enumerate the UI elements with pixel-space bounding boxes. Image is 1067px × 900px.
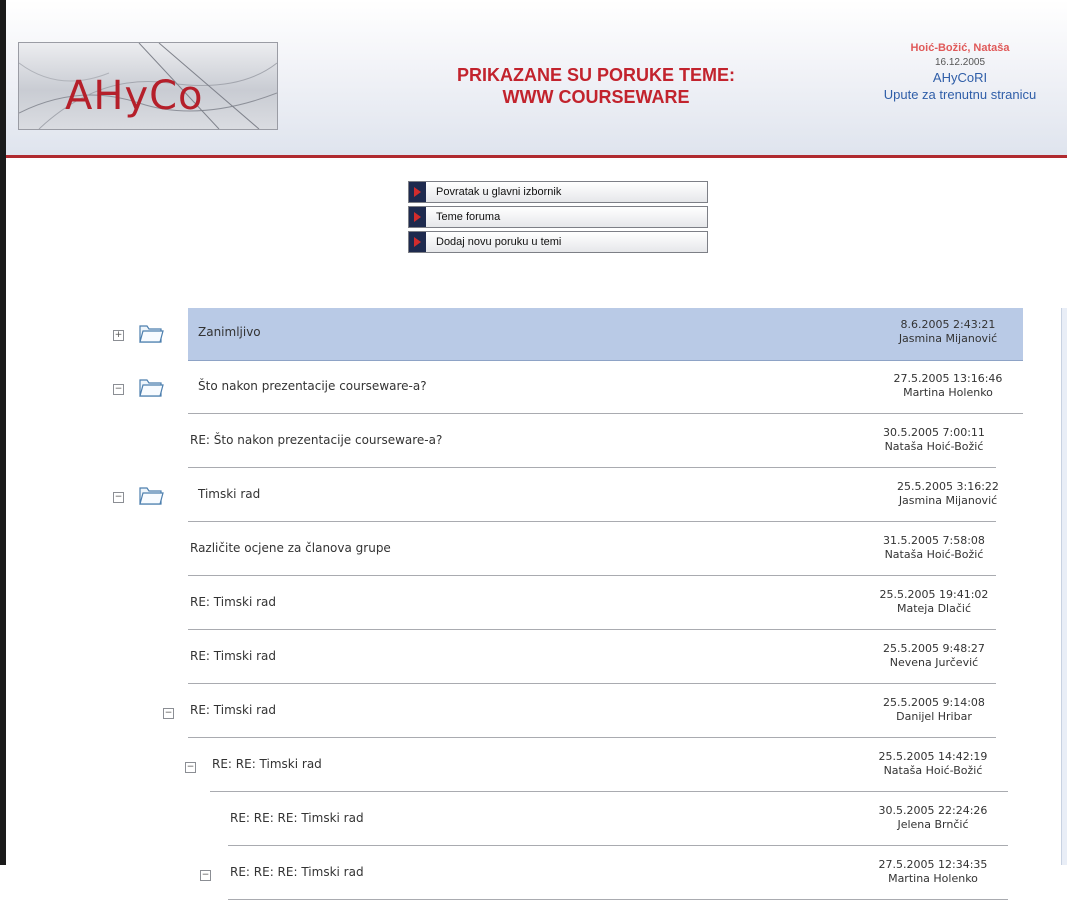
message-meta: 27.5.2005 12:34:35 Martina Holenko bbox=[863, 858, 1003, 886]
arrow-right-icon bbox=[409, 232, 426, 252]
current-date: 16.12.2005 bbox=[934, 57, 986, 68]
row-divider bbox=[210, 791, 1008, 792]
message-author: Martina Holenko bbox=[888, 872, 978, 885]
folder-icon[interactable] bbox=[138, 376, 164, 398]
message-meta: 25.5.2005 19:41:02 Mateja Dlačić bbox=[864, 588, 1004, 616]
menu-item-label: Teme foruma bbox=[436, 211, 501, 223]
message-datetime: 27.5.2005 13:16:46 bbox=[893, 372, 1003, 385]
row-divider bbox=[228, 845, 1008, 846]
row-divider bbox=[188, 521, 996, 522]
message-datetime: 25.5.2005 9:48:27 bbox=[883, 642, 985, 655]
message-datetime: 25.5.2005 14:42:19 bbox=[878, 750, 988, 763]
message-author: Martina Holenko bbox=[903, 386, 993, 399]
row-divider bbox=[188, 629, 996, 630]
message-datetime: 25.5.2005 9:14:08 bbox=[883, 696, 985, 709]
menu-item-label: Dodaj novu poruku u temi bbox=[436, 236, 562, 248]
message-meta: 25.5.2005 3:16:22 Jasmina Mijanović bbox=[878, 480, 1018, 508]
row-divider bbox=[188, 683, 996, 684]
row-divider bbox=[188, 413, 1023, 414]
collapse-icon[interactable]: − bbox=[200, 870, 211, 881]
folder-icon[interactable] bbox=[138, 484, 164, 506]
app-link[interactable]: AHyCoRI bbox=[865, 70, 1055, 85]
message-subject[interactable]: RE: RE: RE: Timski rad bbox=[230, 865, 364, 879]
arrow-right-icon bbox=[409, 207, 426, 227]
message-author: Nataša Hoić-Božić bbox=[884, 440, 984, 453]
message-datetime: 30.5.2005 7:00:11 bbox=[883, 426, 985, 439]
message-datetime: 31.5.2005 7:58:08 bbox=[883, 534, 985, 547]
user-info: Hoić-Božić, Nataša 16.12.2005 AHyCoRI Up… bbox=[865, 42, 1055, 102]
message-row[interactable]: RE: Timski rad 25.5.2005 9:14:08 Danijel H… bbox=[188, 686, 996, 738]
menu-item-label: Povratak u glavni izbornik bbox=[436, 186, 562, 198]
menu-item-main-menu[interactable]: Povratak u glavni izbornik bbox=[408, 181, 708, 203]
message-datetime: 25.5.2005 19:41:02 bbox=[879, 588, 989, 601]
message-author: Nataša Hoić-Božić bbox=[883, 764, 983, 777]
message-datetime: 30.5.2005 22:24:26 bbox=[878, 804, 988, 817]
scrollbar[interactable] bbox=[1061, 308, 1067, 865]
main-menu: Povratak u glavni izbornik Teme foruma D… bbox=[408, 181, 708, 256]
message-author: Jasmina Mijanović bbox=[898, 494, 998, 507]
message-row[interactable]: RE: RE: RE: Timski rad 30.5.2005 22:24:26… bbox=[228, 794, 1008, 846]
message-row[interactable]: Zanimljivo 8.6.2005 2:43:21 Jasmina Mijano… bbox=[188, 308, 1023, 361]
arrow-right-icon bbox=[409, 182, 426, 202]
expand-icon[interactable]: + bbox=[113, 330, 124, 341]
row-divider bbox=[188, 737, 996, 738]
help-link[interactable]: Upute za trenutnu stranicu bbox=[865, 87, 1055, 102]
message-row[interactable]: RE: RE: Timski rad 25.5.2005 14:42:19 Nata… bbox=[210, 740, 1008, 792]
page-title: PRIKAZANE SU PORUKE TEME: WWW COURSEWARE bbox=[366, 64, 826, 108]
message-row[interactable]: Različite ocjene za članova grupe 31.5.20… bbox=[188, 524, 996, 576]
message-author: Jelena Brnčić bbox=[897, 818, 969, 831]
message-subject[interactable]: RE: Timski rad bbox=[190, 595, 276, 609]
message-author: Nevena Jurčević bbox=[889, 656, 979, 669]
message-subject[interactable]: Različite ocjene za članova grupe bbox=[190, 541, 391, 555]
message-datetime: 27.5.2005 12:34:35 bbox=[878, 858, 988, 871]
row-divider bbox=[188, 575, 996, 576]
message-meta: 31.5.2005 7:58:08 Nataša Hoić-Božić bbox=[864, 534, 1004, 562]
message-row[interactable]: RE: RE: RE: Timski rad 27.5.2005 12:34:35… bbox=[228, 848, 1008, 900]
message-meta: 25.5.2005 9:48:27 Nevena Jurčević bbox=[864, 642, 1004, 670]
collapse-icon[interactable]: − bbox=[185, 762, 196, 773]
message-meta: 27.5.2005 13:16:46 Martina Holenko bbox=[878, 372, 1018, 400]
message-subject[interactable]: RE: RE: RE: Timski rad bbox=[230, 811, 364, 825]
message-author: Mateja Dlačić bbox=[896, 602, 972, 615]
folder-icon[interactable] bbox=[138, 322, 164, 344]
page-header: AHyCo PRIKAZANE SU PORUKE TEME: WWW COUR… bbox=[6, 0, 1067, 158]
row-divider bbox=[188, 467, 996, 468]
logo[interactable]: AHyCo bbox=[18, 42, 278, 130]
message-subject[interactable]: Zanimljivo bbox=[198, 325, 261, 339]
menu-item-add-message[interactable]: Dodaj novu poruku u temi bbox=[408, 231, 708, 253]
message-row[interactable]: RE: Timski rad 25.5.2005 9:48:27 Nevena Ju… bbox=[188, 632, 996, 684]
user-name: Hoić-Božić, Nataša bbox=[910, 42, 1010, 54]
message-datetime: 25.5.2005 3:16:22 bbox=[897, 480, 999, 493]
message-subject[interactable]: Timski rad bbox=[198, 487, 260, 501]
menu-item-forum-topics[interactable]: Teme foruma bbox=[408, 206, 708, 228]
message-meta: 30.5.2005 7:00:11 Nataša Hoić-Božić bbox=[864, 426, 1004, 454]
message-author: Jasmina Mijanović bbox=[898, 332, 998, 345]
logo-text: AHyCo bbox=[65, 73, 204, 119]
message-subject[interactable]: RE: Timski rad bbox=[190, 649, 276, 663]
message-datetime: 8.6.2005 2:43:21 bbox=[900, 318, 996, 331]
collapse-icon[interactable]: − bbox=[113, 492, 124, 503]
message-subject[interactable]: Što nakon prezentacije courseware-a? bbox=[198, 379, 427, 393]
message-subject[interactable]: RE: Timski rad bbox=[190, 703, 276, 717]
message-subject[interactable]: RE: Što nakon prezentacije courseware-a? bbox=[190, 433, 442, 447]
message-meta: 25.5.2005 9:14:08 Danijel Hribar bbox=[864, 696, 1004, 724]
message-row[interactable]: Što nakon prezentacije courseware-a? 27.5… bbox=[188, 362, 1023, 414]
collapse-icon[interactable]: − bbox=[163, 708, 174, 719]
message-author: Danijel Hribar bbox=[896, 710, 972, 723]
message-meta: 25.5.2005 14:42:19 Nataša Hoić-Božić bbox=[863, 750, 1003, 778]
message-subject[interactable]: RE: RE: Timski rad bbox=[212, 757, 322, 771]
message-row[interactable]: RE: Što nakon prezentacije courseware-a?… bbox=[188, 416, 996, 468]
title-line-2: WWW COURSEWARE bbox=[502, 87, 690, 107]
message-row[interactable]: RE: Timski rad 25.5.2005 19:41:02 Mateja D… bbox=[188, 578, 996, 630]
collapse-icon[interactable]: − bbox=[113, 384, 124, 395]
message-meta: 30.5.2005 22:24:26 Jelena Brnčić bbox=[863, 804, 1003, 832]
message-meta: 8.6.2005 2:43:21 Jasmina Mijanović bbox=[878, 318, 1018, 346]
message-author: Nataša Hoić-Božić bbox=[884, 548, 984, 561]
title-line-1: PRIKAZANE SU PORUKE TEME: bbox=[456, 65, 735, 85]
message-row[interactable]: Timski rad 25.5.2005 3:16:22 Jasmina Mijan… bbox=[188, 470, 999, 522]
